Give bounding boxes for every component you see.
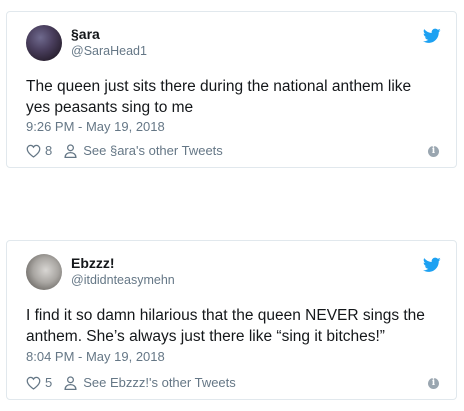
tweet-timestamp[interactable]: 9:26 PM - May 19, 2018 xyxy=(26,119,165,134)
tweet-timestamp[interactable]: 8:04 PM - May 19, 2018 xyxy=(26,349,165,364)
heart-icon[interactable] xyxy=(26,376,41,390)
avatar[interactable] xyxy=(26,254,62,290)
tweet-card[interactable]: §ara @SaraHead1 The queen just sits ther… xyxy=(6,11,457,168)
author-handle[interactable]: @itdidnteasymehn xyxy=(71,273,175,287)
person-icon xyxy=(64,375,77,390)
tweet-text: I find it so damn hilarious that the que… xyxy=(26,307,425,345)
other-tweets-link[interactable]: See Ebzzz!'s other Tweets xyxy=(83,375,236,390)
person-icon xyxy=(64,143,77,158)
heart-icon[interactable] xyxy=(26,144,41,158)
author-name[interactable]: Ebzzz! xyxy=(71,255,115,271)
author-handle[interactable]: @SaraHead1 xyxy=(71,44,147,58)
tweet-text: The queen just sits there during the nat… xyxy=(26,78,412,116)
like-count: 8 xyxy=(45,143,53,158)
other-tweets-link[interactable]: See §ara's other Tweets xyxy=(83,143,223,158)
twitter-bird-icon[interactable] xyxy=(423,257,441,273)
info-icon[interactable]: i xyxy=(428,378,439,389)
tweet-actions: 5 See Ebzzz!'s other Tweets xyxy=(26,375,236,390)
tweet-card[interactable]: Ebzzz! @itdidnteasymehn I find it so dam… xyxy=(6,240,457,400)
avatar[interactable] xyxy=(26,25,62,61)
tweet-actions: 8 See §ara's other Tweets xyxy=(26,143,223,158)
twitter-bird-icon[interactable] xyxy=(423,28,441,44)
like-count: 5 xyxy=(45,375,53,390)
author-name[interactable]: §ara xyxy=(71,26,100,42)
info-icon[interactable]: i xyxy=(428,146,439,157)
